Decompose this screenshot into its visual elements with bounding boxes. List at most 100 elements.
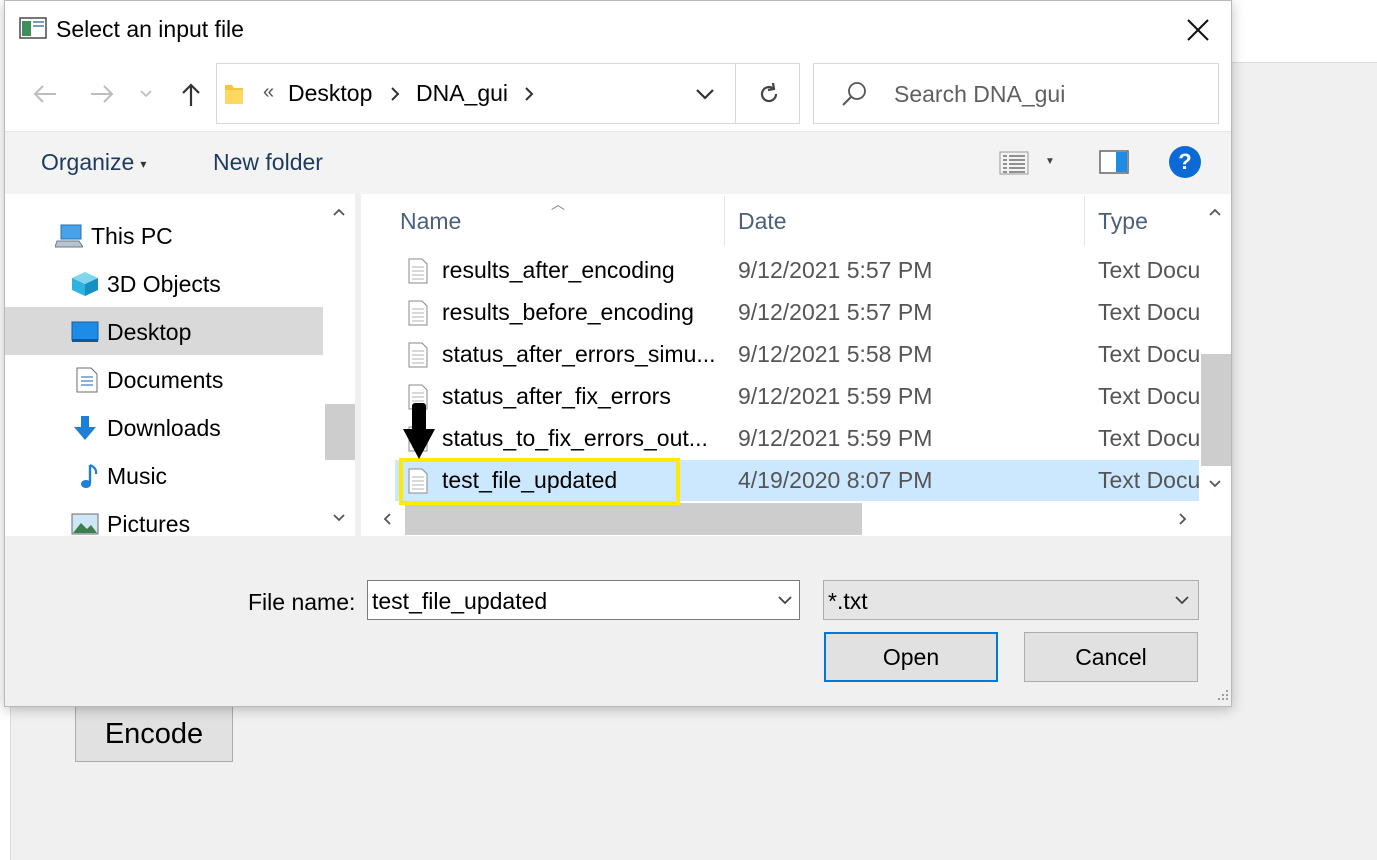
file-type-value: *.txt [828, 588, 868, 614]
address-history-dropdown[interactable] [687, 78, 723, 110]
scroll-down-button[interactable] [1199, 468, 1231, 500]
column-divider[interactable] [724, 196, 725, 246]
file-name: results_before_encoding [442, 299, 694, 325]
nav-item-music[interactable]: Music [5, 451, 323, 499]
file-row[interactable]: results_after_encoding 9/12/2021 5:57 PM… [395, 250, 1199, 292]
file-date: 9/12/2021 5:58 PM [738, 341, 933, 367]
column-header-name[interactable]: Name [400, 208, 461, 235]
file-date: 9/12/2021 5:59 PM [738, 425, 933, 451]
nav-label: This PC [91, 223, 173, 249]
scroll-up-button[interactable] [323, 196, 355, 228]
file-type: Text Document [1098, 257, 1199, 283]
chevron-down-icon [1209, 480, 1221, 488]
search-placeholder: Search DNA_gui [894, 81, 1066, 107]
navigation-bar: « Desktop DNA_gui Search DNA_gui [5, 61, 1231, 131]
nav-label: Music [107, 463, 168, 489]
search-box[interactable]: Search DNA_gui [813, 63, 1219, 124]
file-list-horizontal-scrollbar[interactable] [369, 501, 1199, 535]
file-row[interactable]: status_after_errors_simu... 9/12/2021 5:… [395, 334, 1199, 376]
search-icon [842, 82, 866, 106]
pointer-arrow-annotation-icon [403, 403, 435, 459]
dialog-title-bar: Select an input file [5, 1, 1231, 61]
up-arrow-icon [182, 83, 200, 106]
view-options-dropdown-icon[interactable]: ▼ [1045, 156, 1055, 167]
nav-item-documents[interactable]: Documents [5, 355, 323, 403]
desktop-icon [71, 321, 99, 342]
file-list-vertical-scrollbar[interactable] [1199, 194, 1231, 499]
scroll-down-button[interactable] [323, 502, 355, 534]
file-name-value: test_file_updated [372, 588, 548, 614]
nav-label: Downloads [107, 415, 221, 441]
text-file-icon [408, 258, 428, 284]
address-bar[interactable]: « Desktop DNA_gui [216, 63, 800, 124]
organize-menu[interactable]: Organize ▾ [41, 149, 146, 176]
address-overflow-icon[interactable]: « [263, 81, 274, 104]
resize-grip-icon[interactable] [1215, 687, 1229, 701]
sort-ascending-icon: ︿ [551, 196, 565, 212]
nav-pane-scrollbar[interactable] [323, 194, 355, 536]
scroll-right-button[interactable] [1167, 503, 1199, 535]
help-icon[interactable]: ? [1169, 146, 1201, 178]
recent-locations-button[interactable] [131, 73, 161, 115]
back-button[interactable] [25, 73, 65, 115]
file-name: results_after_encoding [442, 257, 675, 283]
new-folder-button[interactable]: New folder [213, 149, 323, 176]
chevron-right-icon[interactable] [389, 86, 401, 102]
column-divider[interactable] [1084, 196, 1085, 246]
open-button[interactable]: Open [824, 632, 998, 682]
column-header-type[interactable]: Type [1098, 208, 1148, 235]
file-type: Text Document [1098, 299, 1199, 325]
scroll-up-button[interactable] [1199, 196, 1231, 228]
file-date: 9/12/2021 5:59 PM [738, 383, 933, 409]
file-type-select[interactable]: *.txt [823, 580, 1199, 620]
chevron-up-icon [333, 208, 345, 216]
file-name: status_after_fix_errors [442, 383, 671, 409]
navigation-pane: This PC 3D Objects Desktop Documents Dow… [5, 194, 355, 536]
scroll-thumb[interactable] [325, 404, 355, 460]
refresh-button[interactable] [747, 75, 791, 113]
refresh-icon [760, 82, 778, 103]
forward-arrow-icon [91, 85, 114, 103]
nav-item-this-pc[interactable]: This PC [5, 211, 323, 259]
command-toolbar: Organize ▾ New folder ▼ ? [5, 131, 1231, 194]
file-row[interactable]: status_after_fix_errors 9/12/2021 5:59 P… [395, 376, 1199, 418]
chevron-down-icon [1175, 596, 1189, 605]
file-name: status_after_errors_simu... [442, 341, 716, 367]
close-button[interactable] [1171, 7, 1225, 53]
chevron-left-icon [383, 513, 391, 525]
scroll-thumb[interactable] [1201, 354, 1231, 466]
chevron-right-icon[interactable] [523, 86, 535, 102]
file-name-label: File name: [248, 589, 356, 615]
selection-highlight-annotation [399, 458, 680, 505]
file-type: Text Document [1098, 425, 1199, 451]
chevron-down-icon[interactable] [777, 589, 793, 611]
download-arrow-icon [74, 416, 96, 440]
breadcrumb-desktop[interactable]: Desktop [288, 80, 372, 107]
breadcrumb-dna-gui[interactable]: DNA_gui [416, 80, 508, 107]
file-row[interactable]: status_to_fix_errors_out... 9/12/2021 5:… [395, 418, 1199, 460]
scroll-thumb[interactable] [405, 503, 862, 535]
nav-label: 3D Objects [107, 271, 221, 297]
nav-item-3d-objects[interactable]: 3D Objects [5, 259, 323, 307]
view-details-icon[interactable] [999, 150, 1029, 176]
nav-item-desktop[interactable]: Desktop [5, 307, 323, 355]
forward-button[interactable] [82, 73, 122, 115]
cancel-button[interactable]: Cancel [1024, 632, 1198, 682]
preview-pane-icon[interactable] [1099, 150, 1129, 174]
file-type: Text Document [1098, 467, 1199, 493]
encode-button[interactable]: Encode [75, 706, 233, 762]
computer-icon [55, 224, 83, 248]
folder-icon [225, 85, 243, 104]
file-type: Text Document [1098, 341, 1199, 367]
dialog-app-icon [19, 17, 47, 39]
nav-item-downloads[interactable]: Downloads [5, 403, 323, 451]
scroll-left-button[interactable] [371, 503, 403, 535]
chevron-up-icon [1209, 208, 1221, 216]
file-name-field[interactable]: test_file_updated [367, 580, 800, 620]
cube-icon [72, 272, 98, 296]
file-row[interactable]: results_before_encoding 9/12/2021 5:57 P… [395, 292, 1199, 334]
up-button[interactable] [171, 73, 211, 115]
nav-item-pictures[interactable]: Pictures [5, 499, 323, 536]
column-header-date[interactable]: Date [738, 208, 787, 235]
back-arrow-icon [33, 85, 56, 103]
